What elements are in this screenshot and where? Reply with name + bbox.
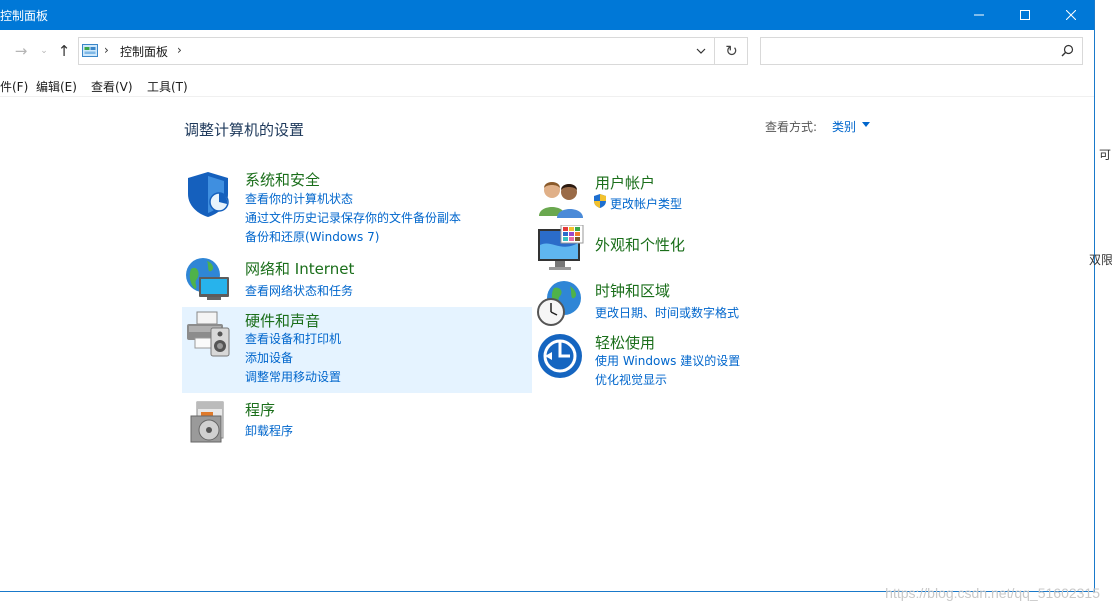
link-mobility-settings[interactable]: 调整常用移动设置 (245, 368, 341, 385)
background-window-edge: 可 双限 (1089, 0, 1112, 611)
category-ease-of-access: 轻松使用 使用 Windows 建议的设置 优化视觉显示 (535, 330, 885, 400)
refresh-button[interactable]: ↻ (714, 38, 748, 64)
link-optimize-visual-display[interactable]: 优化视觉显示 (595, 371, 667, 388)
ease-of-access-icon[interactable] (536, 332, 584, 380)
search-box[interactable] (760, 37, 1083, 65)
breadcrumb-separator[interactable]: › (104, 43, 109, 57)
arrow-right-icon: → (14, 42, 28, 60)
navigation-bar: → ⌄ ↑ › 控制面板 › ↻ (0, 30, 1094, 72)
printer-icon[interactable] (185, 310, 233, 358)
control-panel-icon (82, 44, 98, 57)
network-globe-icon[interactable] (185, 255, 233, 303)
category-clock-region: 时钟和区域 更改日期、时间或数字格式 (535, 278, 885, 328)
forward-button[interactable]: → (12, 40, 30, 62)
shield-icon[interactable] (186, 170, 234, 218)
close-icon (1066, 10, 1076, 20)
menu-view[interactable]: 查看(V) (91, 78, 133, 95)
chevron-down-icon: ⌄ (40, 46, 48, 56)
menu-file[interactable]: 件(F) (0, 78, 28, 95)
category-network-internet: 网络和 Internet 查看网络状态和任务 (182, 253, 532, 303)
link-change-account-type[interactable]: 更改帐户类型 (610, 195, 682, 212)
maximize-button[interactable] (1002, 0, 1048, 30)
link-uninstall-program[interactable]: 卸载程序 (245, 422, 293, 439)
category-title[interactable]: 硬件和声音 (245, 310, 320, 331)
window-title: 控制面板 (0, 9, 49, 23)
link-devices-printers[interactable]: 查看设备和打印机 (245, 330, 341, 347)
link-file-history-backup[interactable]: 通过文件历史记录保存你的文件备份副本 (245, 209, 461, 226)
recent-locations-button[interactable]: ⌄ (35, 40, 53, 62)
menu-edit[interactable]: 编辑(E) (36, 78, 77, 95)
address-bar[interactable]: › 控制面板 › ↻ (78, 37, 748, 65)
view-by-label: 查看方式: (765, 120, 818, 134)
control-panel-window: 控制面板 → ⌄ ↑ › 控制面板 › ↻ 件(F) 编辑(E) 查看(V) 工… (0, 0, 1095, 592)
category-title[interactable]: 轻松使用 (595, 332, 655, 353)
category-user-accounts: 用户帐户 更改帐户类型 (535, 170, 885, 220)
link-view-computer-status[interactable]: 查看你的计算机状态 (245, 190, 353, 207)
users-icon[interactable] (537, 174, 585, 222)
category-title[interactable]: 程序 (245, 399, 275, 420)
arrow-up-icon: ↑ (57, 42, 71, 60)
view-by-dropdown[interactable]: 类别 (832, 118, 856, 135)
maximize-icon (1020, 10, 1030, 20)
minimize-button[interactable] (956, 0, 1002, 30)
category-appearance-personalization: 外观和个性化 (535, 225, 885, 275)
category-system-security: 系统和安全 查看你的计算机状态 通过文件历史记录保存你的文件备份副本 备份和还原… (182, 166, 532, 246)
up-button[interactable]: ↑ (55, 40, 73, 62)
background-text-fragment: 可 (1099, 148, 1112, 162)
category-hardware-sound[interactable]: 硬件和声音 查看设备和打印机 添加设备 调整常用移动设置 (182, 307, 532, 393)
menu-bar: 件(F) 编辑(E) 查看(V) 工具(T) (0, 72, 1094, 97)
address-dropdown-button[interactable] (688, 38, 714, 64)
category-title[interactable]: 时钟和区域 (595, 280, 670, 301)
category-title[interactable]: 外观和个性化 (595, 234, 685, 255)
refresh-icon: ↻ (725, 42, 738, 60)
breadcrumb-control-panel[interactable]: 控制面板 (120, 43, 168, 60)
title-bar[interactable]: 控制面板 (0, 0, 1094, 30)
clock-globe-icon[interactable] (536, 280, 584, 328)
background-text-fragment: 双限 (1089, 253, 1112, 267)
link-add-device[interactable]: 添加设备 (245, 349, 293, 366)
dropdown-arrow-icon[interactable] (862, 122, 870, 127)
minimize-icon (974, 14, 984, 16)
chevron-down-icon (696, 48, 706, 54)
link-backup-restore[interactable]: 备份和还原(Windows 7) (245, 228, 379, 245)
watermark-text: https://blog.csdn.net/qq_51602315 (885, 585, 1100, 601)
close-button[interactable] (1048, 0, 1094, 30)
category-title[interactable]: 系统和安全 (245, 169, 320, 190)
category-title[interactable]: 网络和 Internet (245, 258, 354, 279)
breadcrumb-separator[interactable]: › (177, 43, 182, 57)
menu-tools[interactable]: 工具(T) (147, 78, 188, 95)
search-input[interactable] (767, 42, 1051, 62)
search-icon[interactable] (1061, 44, 1074, 57)
category-programs: 程序 卸载程序 (182, 396, 532, 446)
page-title: 调整计算机的设置 (184, 121, 305, 139)
programs-icon[interactable] (187, 398, 235, 446)
link-change-date-time-format[interactable]: 更改日期、时间或数字格式 (595, 304, 739, 321)
category-title[interactable]: 用户帐户 (595, 172, 655, 193)
uac-shield-icon (594, 194, 606, 208)
link-network-status[interactable]: 查看网络状态和任务 (245, 282, 353, 299)
link-windows-recommended-settings[interactable]: 使用 Windows 建议的设置 (595, 352, 740, 369)
monitor-palette-icon[interactable] (537, 225, 585, 273)
